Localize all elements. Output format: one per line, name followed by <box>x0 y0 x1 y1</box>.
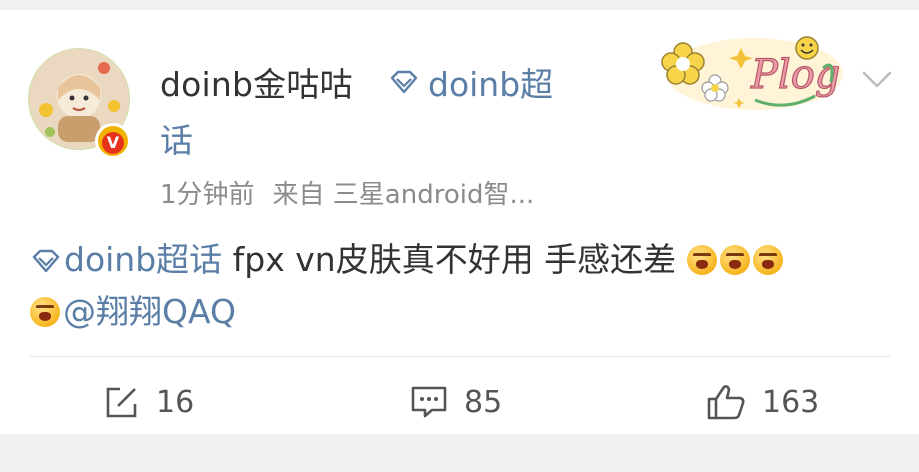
topic-badge-label-continued[interactable]: 话 <box>160 114 193 162</box>
post-body-text: fpx vn皮肤真不好用 手感还差 <box>222 240 687 279</box>
chevron-down-icon[interactable] <box>862 70 892 90</box>
like-count: 163 <box>762 384 820 420</box>
comment-count: 85 <box>464 384 503 420</box>
plog-sticker: Plog <box>661 36 843 110</box>
svg-text:Plog: Plog <box>750 52 840 98</box>
repost-count: 16 <box>156 384 195 420</box>
verified-badge-icon: V <box>95 123 131 159</box>
post-topic-label: doinb超话 <box>64 240 223 279</box>
post-time: 1分钟前 <box>160 180 255 210</box>
angry-face-emoji <box>752 245 783 275</box>
angry-face-emoji <box>686 245 717 275</box>
topic-badge-label: doinb超 <box>428 65 554 104</box>
comment-icon <box>411 386 447 418</box>
feed-separator <box>0 434 919 472</box>
mention-link[interactable]: @翔翔QAQ <box>63 292 236 331</box>
angry-face-emoji <box>30 297 60 327</box>
comment-button[interactable]: 85 <box>410 382 502 422</box>
diamond-topic-icon <box>390 70 418 94</box>
post-source: 来自 三星android智... <box>272 180 535 210</box>
repost-button[interactable]: 16 <box>104 382 194 422</box>
like-icon <box>707 385 745 420</box>
post-text: doinb超话 fpx vn皮肤真不好用 手感还差 @翔翔QAQ <box>30 234 900 338</box>
divider <box>30 356 890 357</box>
post-meta: 1分钟前 来自 三星android智... <box>160 174 534 211</box>
repost-icon <box>106 387 137 418</box>
angry-face-emoji <box>719 245 750 275</box>
author-name[interactable]: doinb金咕咕 <box>160 58 353 106</box>
diamond-topic-icon <box>32 249 60 273</box>
topic-badge-link[interactable]: doinb超 <box>388 58 553 106</box>
like-button[interactable]: 163 <box>706 382 819 422</box>
post-topic-link[interactable]: doinb超话 <box>30 240 222 279</box>
post-card: V doinb金咕咕 doinb超 话 1分钟前 来自 三星android智... <box>0 10 919 434</box>
